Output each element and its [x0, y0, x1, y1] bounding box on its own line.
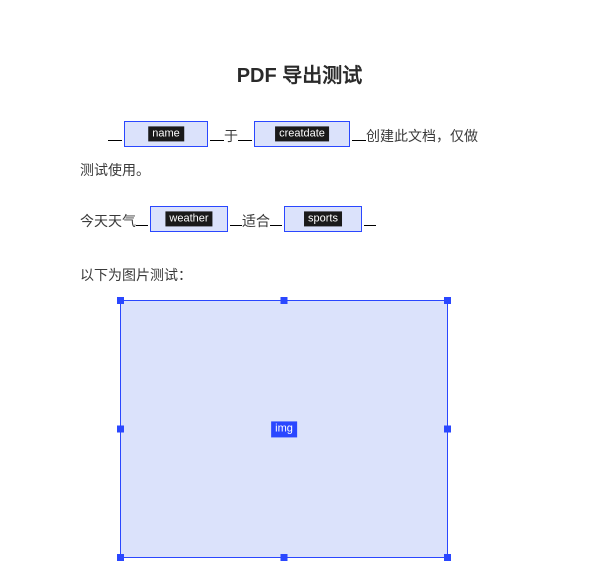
paragraph-intro: name 于 creatdate 创建此文档，仅做 测试使用。: [80, 120, 519, 187]
resize-handle-top-left[interactable]: [117, 297, 124, 304]
text-connector-yu: 于: [224, 128, 238, 144]
text-weather-prefix: 今天天气: [80, 213, 136, 229]
resize-handle-bottom-right[interactable]: [444, 554, 451, 561]
resize-handle-middle-right[interactable]: [444, 426, 451, 433]
image-placeholder-wrap: img: [120, 300, 519, 558]
field-creatdate-tag: creatdate: [275, 126, 329, 141]
page-title: PDF 导出测试: [80, 60, 519, 92]
image-section-label: 以下为图片测试：: [80, 259, 519, 293]
field-sports-tag: sports: [304, 212, 342, 227]
text-weather-mid: 适合: [242, 213, 270, 229]
resize-handle-top-center[interactable]: [281, 297, 288, 304]
resize-handle-top-right[interactable]: [444, 297, 451, 304]
text-tail-1b: 测试使用。: [80, 162, 150, 178]
field-name[interactable]: name: [122, 120, 210, 154]
field-creatdate[interactable]: creatdate: [252, 120, 352, 154]
field-weather[interactable]: weather: [148, 205, 230, 239]
field-image[interactable]: img: [120, 300, 448, 558]
text-tail-1: 创建此文档，仅做: [366, 128, 478, 144]
field-name-tag: name: [148, 126, 184, 141]
resize-handle-bottom-center[interactable]: [281, 554, 288, 561]
field-image-tag: img: [271, 422, 297, 437]
field-weather-tag: weather: [165, 212, 212, 227]
field-sports[interactable]: sports: [282, 205, 364, 239]
resize-handle-bottom-left[interactable]: [117, 554, 124, 561]
paragraph-weather: 今天天气 weather 适合 sports: [80, 205, 519, 239]
resize-handle-middle-left[interactable]: [117, 426, 124, 433]
document-body: PDF 导出测试 name 于 creatdate 创建此文档，仅做 测试使用。…: [0, 0, 599, 558]
